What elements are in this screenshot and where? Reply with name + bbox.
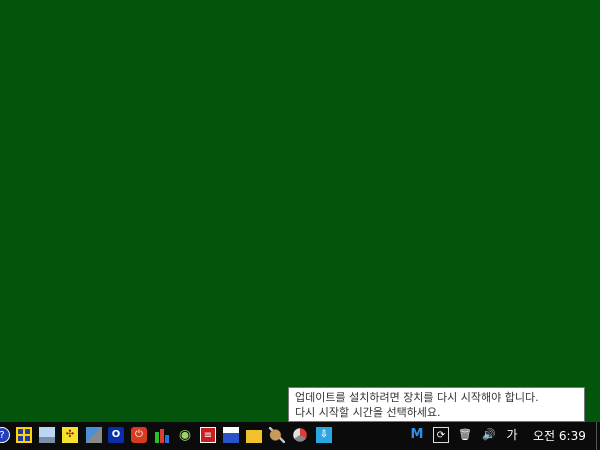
update-notification-tooltip: 업데이트를 설치하려면 장치를 다시 시작해야 합니다. 다시 시작할 시간을 … [288, 387, 585, 422]
tooltip-line-2: 다시 시작할 시간을 선택하세요. [295, 406, 441, 419]
malwarebytes-icon[interactable]: M [409, 427, 425, 443]
desktop-background [0, 0, 600, 422]
tooltip-line-1: 업데이트를 설치하려면 장치를 다시 시작해야 합니다. [295, 391, 539, 404]
paint-app-icon[interactable] [269, 427, 285, 443]
blue-circle-app-icon[interactable]: O [108, 427, 124, 443]
recycle-app-icon[interactable] [293, 428, 307, 442]
show-desktop-button[interactable] [596, 422, 600, 450]
red-doc-app-icon[interactable]: ≡ [200, 427, 216, 443]
recycle-bin-tray-icon[interactable]: 🗑 [457, 427, 473, 443]
volume-icon[interactable]: 🔊 [480, 427, 498, 443]
power-app-icon[interactable]: ⏻ [131, 427, 147, 443]
network-app-icon[interactable] [86, 427, 102, 443]
download-app-icon[interactable]: ⇩ [316, 427, 332, 443]
folder-icon[interactable] [246, 427, 262, 443]
grid-app-icon[interactable] [16, 427, 32, 443]
update-restart-icon[interactable]: ⟳ [433, 427, 449, 443]
computer-app-icon[interactable] [39, 427, 55, 443]
ime-indicator[interactable]: 가 [504, 427, 520, 443]
yellow-app-icon[interactable]: ✣ [62, 427, 78, 443]
clock[interactable]: 오전 6:39 [533, 422, 586, 450]
chart-app-icon[interactable] [154, 427, 170, 443]
save-app-icon[interactable] [223, 427, 239, 443]
disc-app-icon[interactable]: ◉ [177, 427, 193, 443]
